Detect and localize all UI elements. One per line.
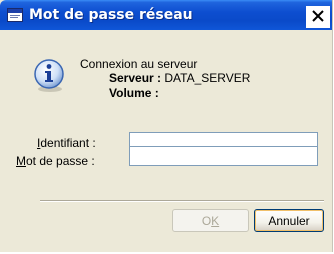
ok-button[interactable]: OK <box>172 209 249 232</box>
password-label: Mot de passe : <box>16 154 95 168</box>
cancel-label: Annuler <box>268 213 310 228</box>
server-label: Serveur : <box>109 71 162 85</box>
password-input[interactable] <box>129 146 318 166</box>
window-title: Mot de passe réseau <box>29 7 193 23</box>
volume-row: Volume : <box>109 86 159 100</box>
close-button[interactable] <box>306 6 330 28</box>
password-label-accel: M <box>16 154 26 168</box>
info-icon <box>32 58 68 94</box>
server-row: Serveur : DATA_SERVER <box>109 71 250 85</box>
username-label: Identifiant : <box>37 136 96 150</box>
divider <box>40 200 324 202</box>
title-bar[interactable]: Mot de passe réseau <box>0 0 332 30</box>
ok-label-pre: O <box>201 213 212 228</box>
server-value: DATA_SERVER <box>164 71 251 85</box>
network-password-dialog: Mot de passe réseau Connexion au serveur… <box>0 0 333 252</box>
password-label-rest: ot de passe : <box>26 154 95 168</box>
ok-label-accel: K <box>211 213 220 228</box>
volume-label: Volume : <box>109 86 159 100</box>
window-icon <box>7 8 23 22</box>
connection-message: Connexion au serveur <box>80 57 198 71</box>
close-icon <box>311 9 325 26</box>
cancel-button[interactable]: Annuler <box>254 209 324 232</box>
username-label-rest: dentifiant : <box>40 136 96 150</box>
